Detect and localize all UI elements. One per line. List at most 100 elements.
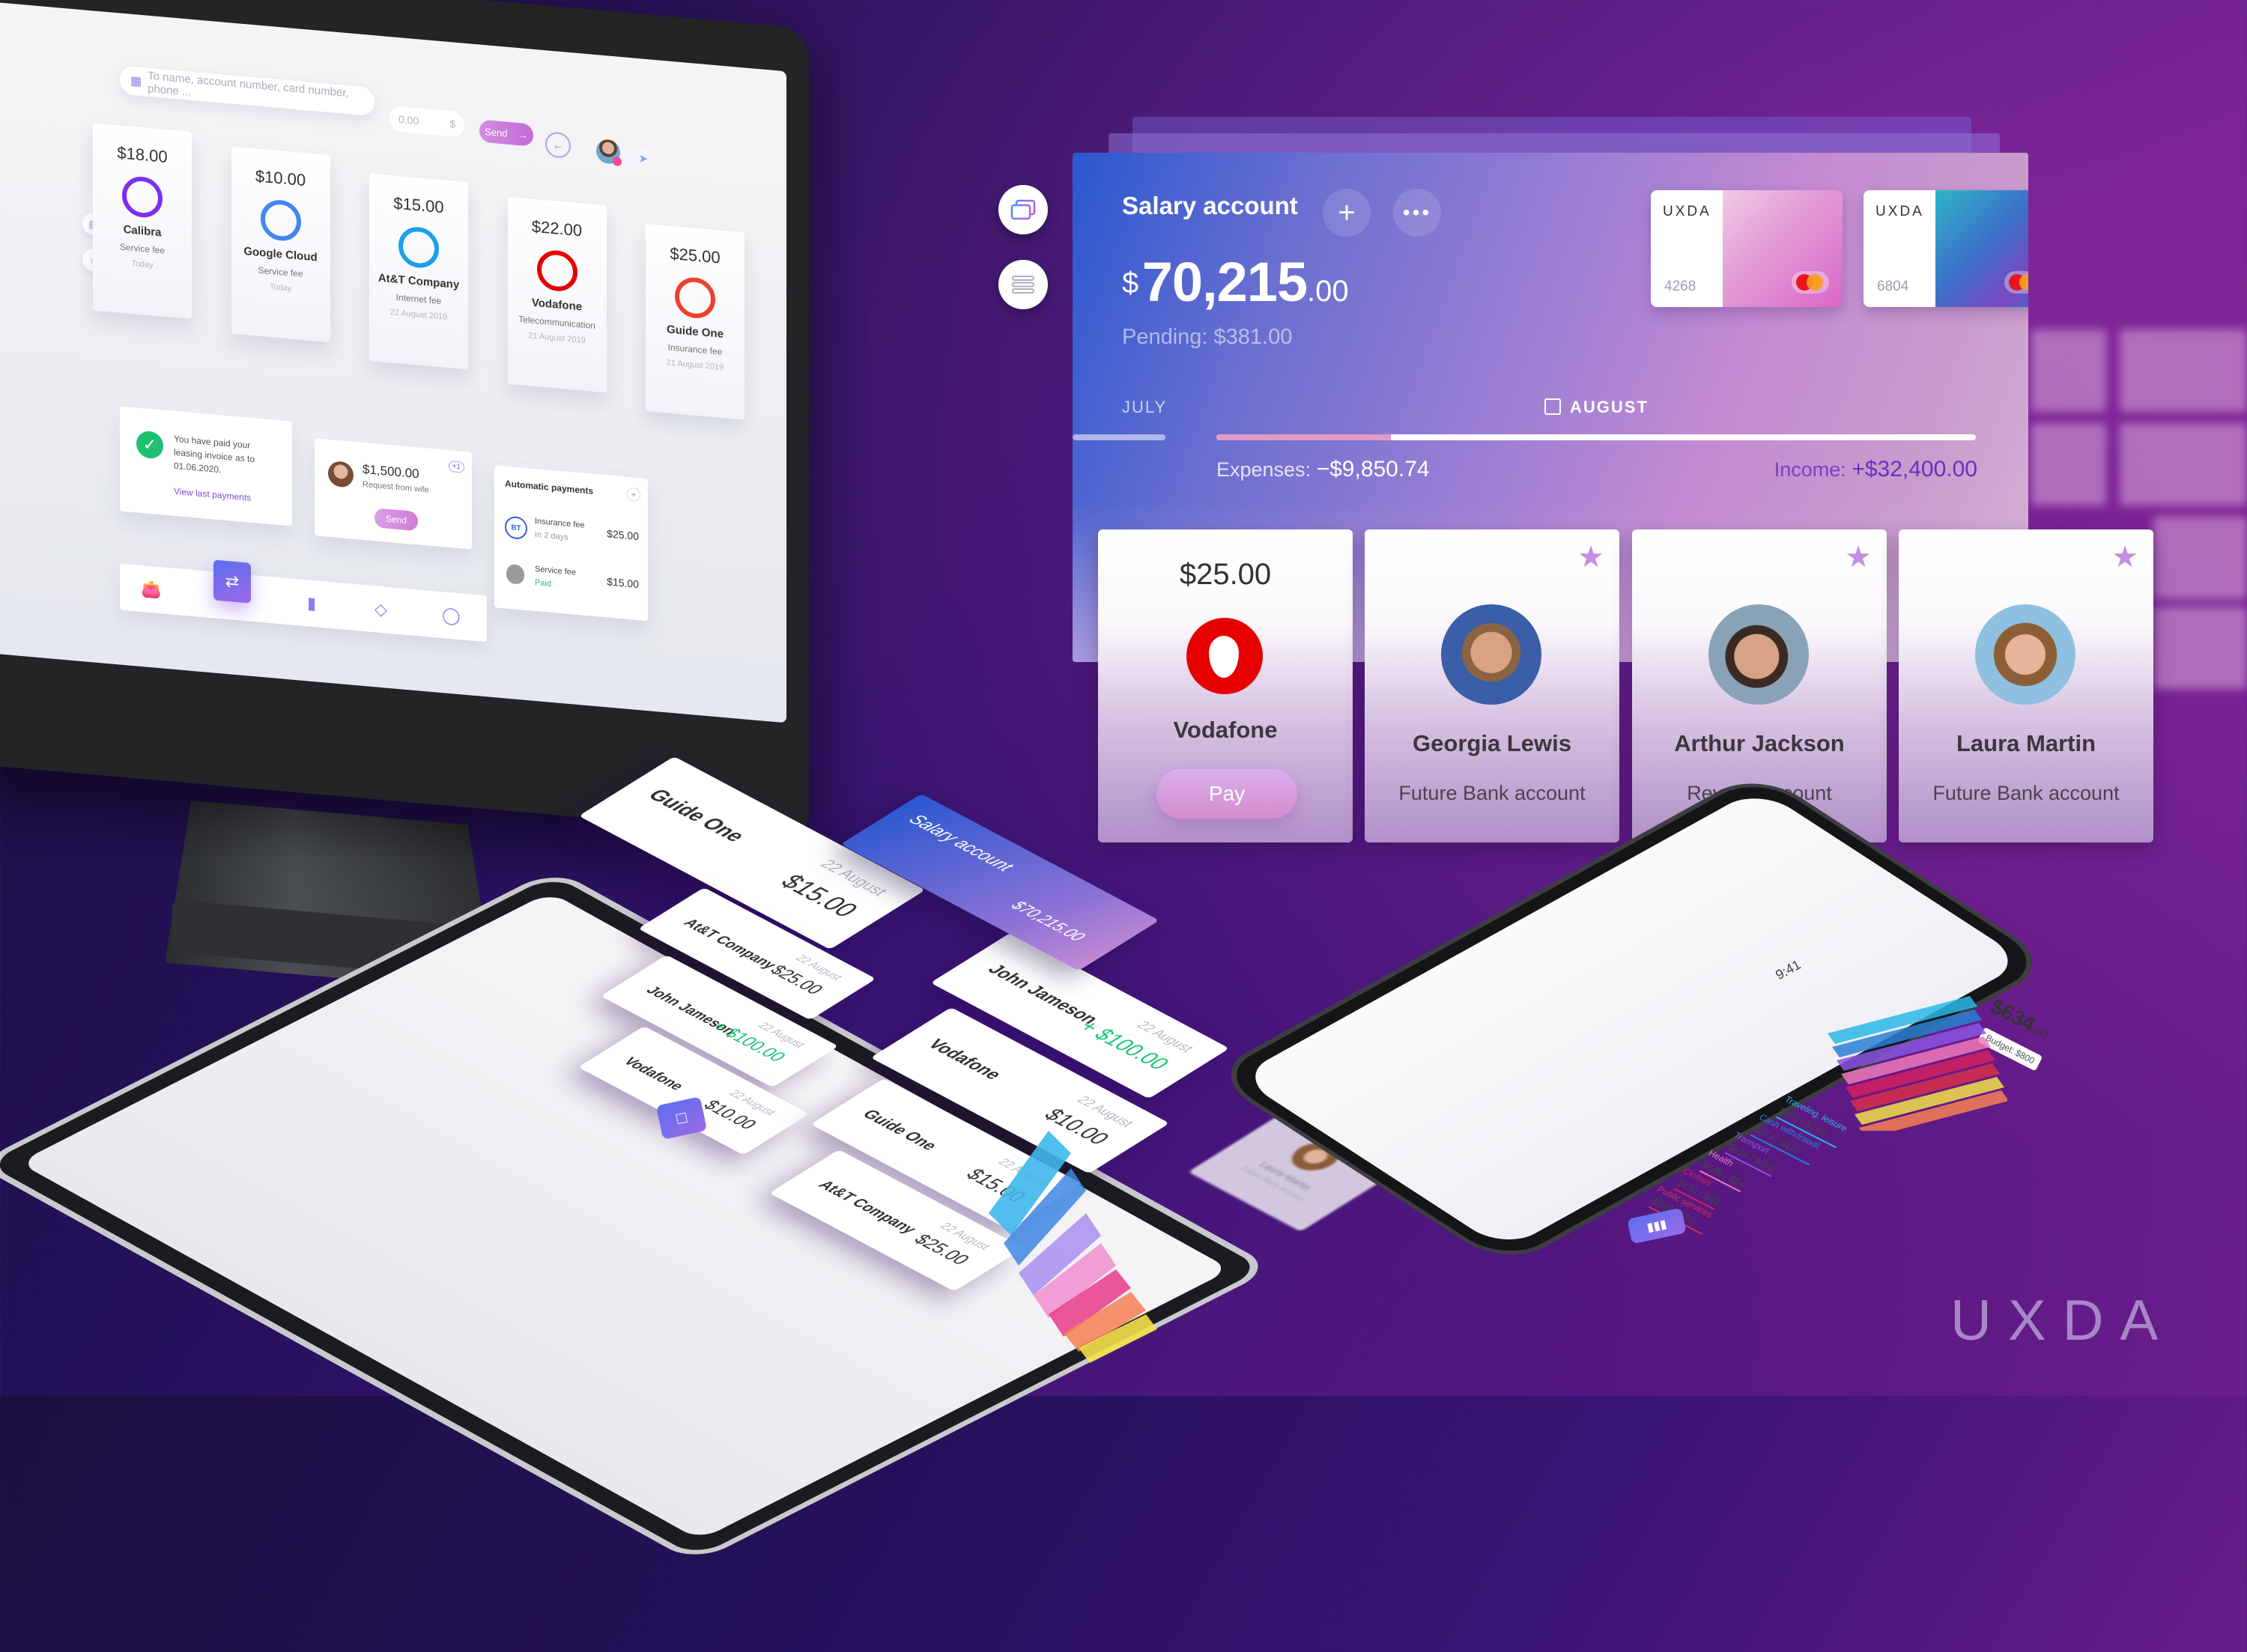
bill-type: Telecommunication	[518, 314, 595, 332]
list-view-button[interactable]	[998, 260, 1048, 309]
add-auto-payment-button[interactable]: +	[627, 487, 640, 502]
automatic-payments-panel: Automatic payments + BT Insurance fee In 2…	[494, 465, 648, 622]
auto-payment-status: Paid	[535, 577, 552, 589]
add-button[interactable]: +	[1323, 189, 1371, 237]
bill-card[interactable]: $25.00 Guide One Insurance fee 21 August 20…	[646, 223, 745, 420]
chart-icon[interactable]: ▮	[307, 593, 316, 613]
back-button[interactable]: ←	[545, 131, 571, 160]
expenses-label: Expenses:	[1216, 458, 1311, 481]
biller-logo-icon	[675, 276, 715, 321]
bill-type: Service fee	[119, 241, 166, 256]
request-send-button[interactable]: Send	[374, 508, 418, 532]
balance-integer: 70,215	[1141, 251, 1308, 313]
bill-date: Today	[269, 282, 292, 294]
bill-tile[interactable]: $25.00 Vodafone Pay	[1098, 529, 1353, 842]
leasing-message: You have paid your leasing invoice as to…	[174, 433, 255, 476]
diamond-icon[interactable]: ◇	[374, 599, 387, 619]
send-button[interactable]: Send →	[479, 119, 533, 147]
cards-icon	[1010, 199, 1036, 220]
bill-type: Service fee	[258, 264, 303, 279]
account-title: Salary account	[1122, 192, 1298, 219]
vodafone-logo-icon	[1186, 618, 1263, 694]
contact-tile[interactable]: ★ Laura Martin Future Bank account	[1899, 529, 2153, 842]
bill-card[interactable]: $15.00 At&T Company Internet fee 22 August …	[369, 173, 468, 370]
bill-amount: $15.00	[393, 193, 444, 217]
robot-icon[interactable]: ◯	[442, 605, 461, 626]
pay-button[interactable]: Pay	[1156, 769, 1297, 819]
blurred-card	[2031, 330, 2106, 412]
contact-book-icon: ▦	[130, 74, 142, 89]
biller-name: Google Cloud	[243, 244, 318, 264]
biller-name: Guide One	[667, 323, 724, 341]
more-options-button[interactable]: •••	[1393, 189, 1441, 237]
uxda-logo: UXDA	[1950, 1289, 2175, 1352]
month-tab-july[interactable]: JULY	[1122, 398, 1167, 417]
notification-badge	[613, 157, 622, 167]
transaction-name: Guide One	[858, 1107, 941, 1153]
transfer-nav-button[interactable]: ⇄	[213, 559, 251, 604]
biller-logo-icon	[536, 249, 577, 293]
income-value: +$32,400.00	[1852, 457, 1977, 482]
bill-date: 21 August 2019	[528, 331, 586, 345]
bank-card[interactable]: UXDA 4268	[1651, 190, 1843, 307]
contact-name: Laura Martin	[1956, 730, 2096, 756]
biller-name: Calibra	[123, 222, 162, 240]
leasing-notice: ✓ You have paid your leasing invoice as …	[120, 406, 292, 526]
bill-card[interactable]: $22.00 Vodafone Telecommunication 21 August…	[507, 196, 607, 393]
transaction-name: Guide One	[642, 785, 752, 845]
august-progress-bar	[1216, 434, 1976, 440]
expense-fill	[1216, 434, 1392, 440]
bt-logo-icon: BT	[505, 515, 527, 541]
logout-button[interactable]: ➤	[632, 146, 655, 171]
favorite-star-icon[interactable]: ★	[1577, 540, 1604, 574]
auto-payment-name: Service fee	[535, 564, 577, 577]
auto-payment-status: In 2 days	[535, 529, 568, 542]
favorite-star-icon[interactable]: ★	[1845, 540, 1872, 574]
cards-view-button[interactable]	[998, 185, 1048, 234]
amount-value: 0.00	[398, 113, 419, 127]
income-label: Income:	[1774, 458, 1846, 481]
transfer-icon: ⇄	[225, 571, 240, 592]
auto-payment-row[interactable]: Service fee Paid $15.00	[505, 559, 639, 608]
biller-logo-icon	[398, 225, 439, 270]
mastercard-icon	[2004, 271, 2028, 294]
bill-type: Internet fee	[395, 291, 442, 307]
card-brand: UXDA	[1875, 204, 1924, 219]
blurred-card	[2153, 517, 2247, 599]
blurred-card	[2120, 423, 2247, 505]
auto-payment-amount: $25.00	[607, 527, 639, 543]
contact-tile[interactable]: ★ Georgia Lewis Future Bank account	[1365, 529, 1619, 842]
transaction-name: John Jameson	[983, 961, 1104, 1027]
bank-card[interactable]: UXDA 6804	[1864, 190, 2028, 307]
favorite-star-icon[interactable]: ★	[2111, 540, 2138, 574]
amount-input[interactable]: 0.00 $	[389, 105, 464, 138]
balance-currency: $	[1122, 267, 1139, 300]
bill-card[interactable]: $18.00 Calibra Service fee Today	[93, 123, 192, 319]
bill-amount: $10.00	[255, 166, 306, 190]
check-circle-icon: ✓	[136, 430, 163, 460]
auto-payment-name: Insurance fee	[535, 516, 585, 530]
month-tab-august[interactable]: AUGUST	[1544, 398, 1649, 417]
bill-card[interactable]: $10.00 Google Cloud Service fee Today	[231, 146, 330, 343]
bill-amount: $22.00	[531, 216, 583, 240]
request-badge: +1	[448, 460, 464, 473]
bill-date: 22 August 2019	[389, 308, 448, 322]
month-label: AUGUST	[1570, 398, 1649, 416]
menu-icon	[1012, 276, 1034, 294]
card-last4: 6804	[1877, 279, 1909, 294]
card-last4: 4268	[1664, 279, 1696, 294]
recipient-search-input[interactable]: ▦ To name, account number, card number, …	[120, 65, 374, 117]
more-horizontal-icon: •••	[1402, 201, 1432, 224]
bill-amount: $18.00	[117, 143, 168, 167]
mastercard-icon	[1792, 271, 1829, 294]
wallet-icon[interactable]: 👛	[141, 579, 161, 600]
arrow-left-icon: ←	[553, 139, 563, 152]
bill-type: Insurance fee	[667, 341, 723, 357]
july-progress-bar	[1073, 434, 1165, 440]
contact-name: Georgia Lewis	[1413, 730, 1571, 756]
expenses-summary: Expenses: −$9,850.74	[1216, 457, 1430, 482]
view-last-payments-link[interactable]: View last payments	[174, 486, 251, 503]
logout-icon: ➤	[638, 152, 649, 166]
auto-payment-row[interactable]: BT Insurance fee In 2 days $25.00	[505, 511, 639, 560]
transaction-name: Vodafone	[619, 1054, 688, 1093]
